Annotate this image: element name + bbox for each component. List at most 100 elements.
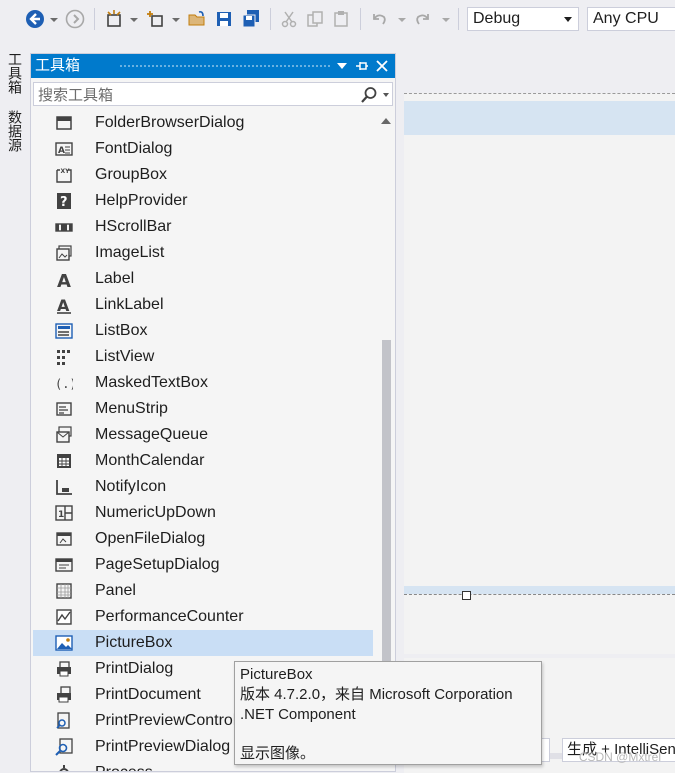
save-button[interactable]	[213, 8, 235, 30]
menu-strip-icon	[55, 400, 73, 418]
undo-dropdown-arrow[interactable]	[398, 18, 406, 22]
toolbox-item-label: HScrollBar	[95, 218, 172, 235]
solution-platform-select[interactable]: Any CPU	[587, 7, 675, 31]
redo-button[interactable]	[412, 8, 434, 30]
toolbox-item[interactable]: (.). MaskedTextBox	[33, 370, 373, 396]
form-bottom-edge	[404, 594, 675, 595]
toolbox-item-label: ListBox	[95, 322, 148, 339]
copy-icon	[307, 11, 323, 27]
page-setup-dialog-icon	[55, 556, 73, 574]
title-bar-grip[interactable]	[119, 64, 331, 69]
solution-configuration-select[interactable]: Debug	[467, 7, 579, 31]
side-tab-toolbox[interactable]: 工具箱	[6, 52, 26, 98]
toolbox-item[interactable]: FolderBrowserDialog	[33, 110, 373, 136]
help-provider-icon: ?	[55, 192, 73, 210]
panel-icon	[55, 582, 73, 600]
toolbox-item[interactable]: MonthCalendar	[33, 448, 373, 474]
add-item-button[interactable]	[144, 8, 168, 30]
toolbar-separator	[458, 8, 459, 30]
toolbox-item[interactable]: NotifyIcon	[33, 474, 373, 500]
toolbox-item-label: Process	[95, 763, 153, 771]
form-designer-surface[interactable]	[404, 93, 675, 654]
search-options-dropdown[interactable]	[383, 93, 389, 97]
toolbox-item-label: NotifyIcon	[95, 478, 167, 495]
close-panel-button[interactable]	[373, 56, 391, 76]
toolbox-item[interactable]: A FontDialog	[33, 136, 373, 162]
toolbox-item-label: PrintDialog	[95, 660, 174, 677]
toolbox-item-label: ListView	[95, 348, 155, 365]
redo-dropdown-arrow[interactable]	[442, 18, 450, 22]
side-tab-strip: 工具箱 数据源	[0, 40, 28, 772]
toolbox-item-label: NumericUpDown	[95, 504, 216, 521]
save-all-button[interactable]	[240, 8, 262, 30]
open-file-button[interactable]	[186, 8, 208, 30]
new-project-dropdown-arrow[interactable]	[130, 18, 138, 22]
hscrollbar-icon	[55, 218, 73, 236]
toolbox-item[interactable]: ListView	[33, 344, 373, 370]
toolbox-item[interactable]: PictureBox	[33, 630, 373, 656]
triangle-down-icon	[337, 63, 347, 69]
search-icon[interactable]	[360, 86, 378, 104]
cut-button[interactable]	[278, 8, 300, 30]
toolbox-item-tooltip: PictureBox 版本 4.7.2.0，来自 Microsoft Corpo…	[234, 661, 542, 765]
message-queue-icon	[55, 426, 73, 444]
forward-arrow-icon	[65, 9, 85, 29]
back-dropdown-arrow[interactable]	[50, 18, 58, 22]
toolbox-item-label: FolderBrowserDialog	[95, 114, 245, 131]
pin-icon	[356, 62, 368, 70]
main-toolbar: Debug Any CPU	[0, 0, 675, 40]
cut-icon	[281, 11, 297, 28]
toolbox-item[interactable]: 1 NumericUpDown	[33, 500, 373, 526]
toolbar-separator	[94, 8, 95, 30]
svg-text:(.).: (.).	[55, 377, 73, 391]
link-label-icon: A	[55, 296, 73, 314]
toolbox-item-label: HelpProvider	[95, 192, 188, 209]
toolbox-item[interactable]: XY GroupBox	[33, 162, 373, 188]
toolbox-item-label: GroupBox	[95, 166, 168, 183]
toolbox-item[interactable]: A LinkLabel	[33, 292, 373, 318]
svg-text:1: 1	[58, 510, 64, 520]
redo-icon	[416, 14, 429, 25]
copy-button[interactable]	[304, 8, 326, 30]
add-item-dropdown-arrow[interactable]	[172, 18, 180, 22]
svg-text:?: ?	[60, 195, 68, 210]
toolbox-item[interactable]: MenuStrip	[33, 396, 373, 422]
toolbox-item[interactable]: A Label	[33, 266, 373, 292]
toolbox-item[interactable]: PageSetupDialog	[33, 552, 373, 578]
svg-text:A: A	[58, 146, 65, 156]
close-icon	[376, 60, 388, 72]
form-resize-handle[interactable]	[462, 591, 471, 600]
undo-icon	[373, 14, 386, 25]
form-bottom-band	[404, 586, 675, 594]
print-document-icon	[55, 686, 73, 704]
side-tab-data-sources[interactable]: 数据源	[6, 110, 26, 156]
open-file-dialog-icon	[55, 530, 73, 548]
toolbox-item[interactable]: ? HelpProvider	[33, 188, 373, 214]
back-button[interactable]	[24, 8, 46, 30]
toolbox-item[interactable]: HScrollBar	[33, 214, 373, 240]
process-icon	[55, 764, 73, 771]
scroll-up-arrow[interactable]	[381, 118, 391, 124]
back-arrow-icon	[26, 10, 44, 28]
toolbox-item-label: MonthCalendar	[95, 452, 205, 469]
toolbar-separator	[360, 8, 361, 30]
tooltip-version-info: 版本 4.7.2.0，来自 Microsoft Corporation	[240, 686, 513, 703]
toolbox-item[interactable]: Panel	[33, 578, 373, 604]
window-position-menu-button[interactable]	[333, 56, 351, 76]
print-preview-control-icon	[55, 712, 73, 730]
toolbox-item[interactable]: PerformanceCounter	[33, 604, 373, 630]
toolbox-item[interactable]: MessageQueue	[33, 422, 373, 448]
undo-button[interactable]	[368, 8, 390, 30]
toolbox-item[interactable]: ImageList	[33, 240, 373, 266]
paste-button[interactable]	[330, 8, 352, 30]
toolbox-search-input[interactable]	[34, 83, 360, 107]
toolbox-item-label: Panel	[95, 582, 136, 599]
toolbox-item[interactable]: OpenFileDialog	[33, 526, 373, 552]
toolbox-item-label: FontDialog	[95, 140, 173, 157]
new-project-button[interactable]	[102, 8, 126, 30]
masked-textbox-icon: (.).	[55, 374, 73, 392]
auto-hide-pin-button[interactable]	[353, 56, 371, 76]
toolbox-item[interactable]: ListBox	[33, 318, 373, 344]
toolbox-item-label: MessageQueue	[95, 426, 208, 443]
forward-button[interactable]	[64, 8, 86, 30]
